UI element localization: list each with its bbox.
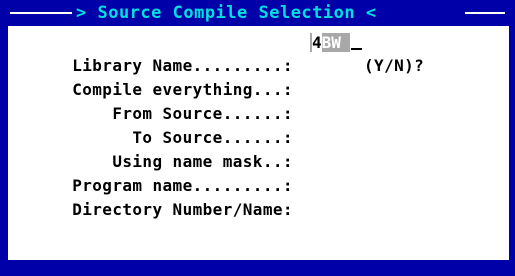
compile-everything-row: Compile everything...:: [12, 54, 293, 99]
library-name-row: Library Name.........:: [12, 30, 293, 75]
to-source-row[interactable]: To Source......:: [12, 102, 293, 147]
window-title: > Source Compile Selection <: [76, 3, 377, 23]
compile-everything-input[interactable]: (Y/N)?: [364, 54, 424, 78]
title-bar: > Source Compile Selection <: [0, 0, 515, 26]
title-border-left: [10, 12, 72, 14]
using-name-mask-row[interactable]: Using name mask..:: [12, 126, 293, 171]
form-area: Library Name.........: 4BW Compile every…: [12, 30, 502, 256]
text-cursor: [351, 48, 362, 50]
from-source-row[interactable]: From Source......:: [12, 78, 293, 123]
directory-label: Directory Number/Name:: [72, 200, 293, 219]
source-compile-selection-window: > Source Compile Selection < Library Nam…: [0, 0, 515, 276]
library-name-value-rest: BW: [321, 33, 341, 52]
frame-left-border: [0, 10, 8, 276]
library-name-value-first-char: 4: [312, 33, 322, 52]
frame-bottom-border: [0, 260, 515, 276]
frame-right-border: [509, 10, 515, 276]
directory-row[interactable]: Directory Number/Name:: [12, 174, 293, 219]
library-name-input[interactable]: 4BW: [310, 33, 350, 52]
program-name-row[interactable]: Program name.........:: [12, 150, 293, 195]
title-border-right: [465, 12, 505, 14]
